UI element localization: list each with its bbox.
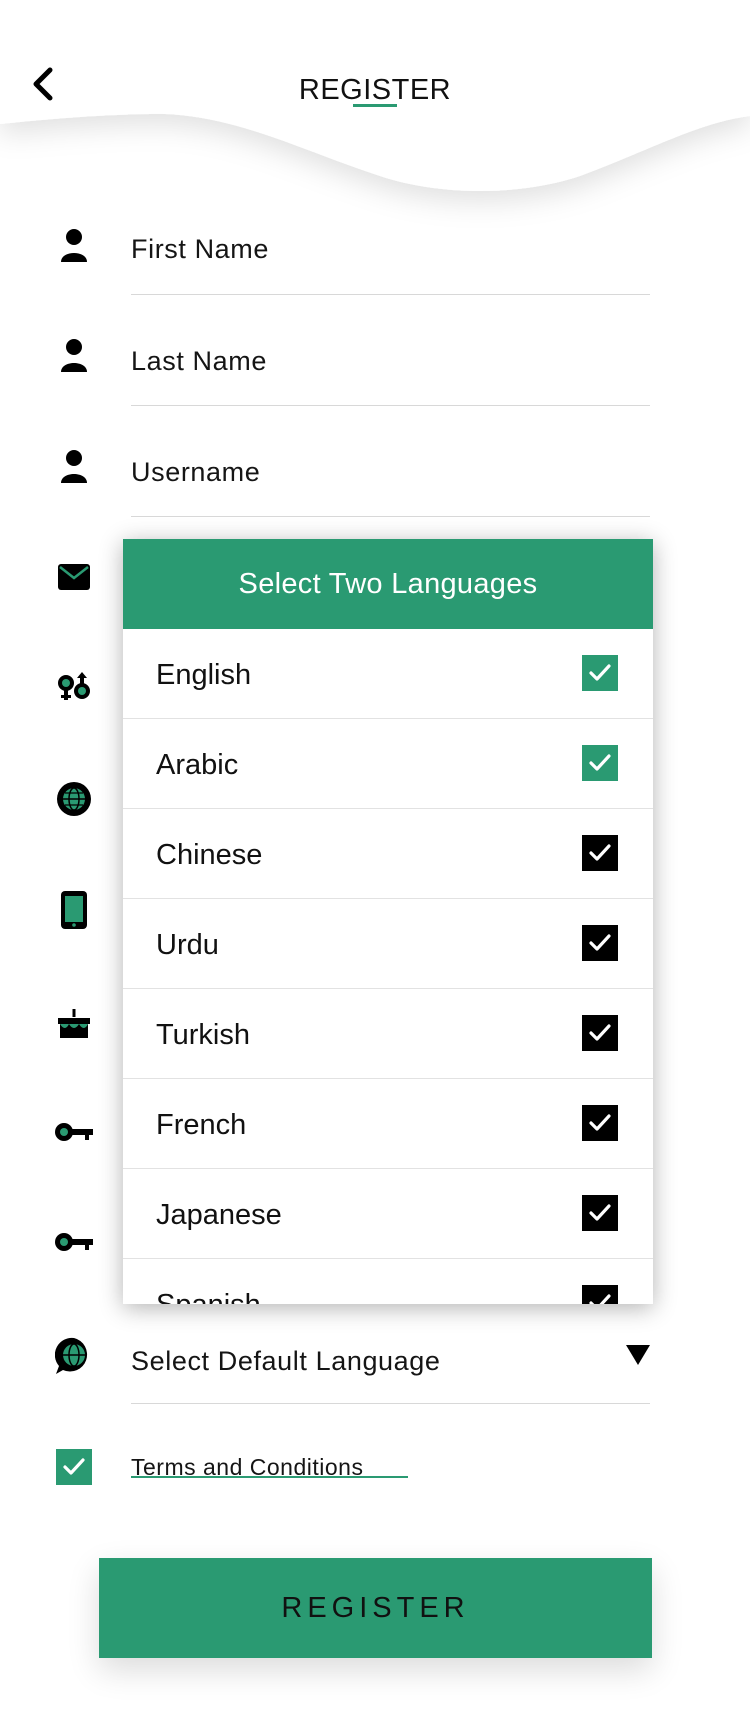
- language-name: Japanese: [156, 1199, 282, 1231]
- language-item-english[interactable]: English: [123, 629, 653, 719]
- divider: [131, 405, 650, 406]
- language-item-french[interactable]: French: [123, 1079, 653, 1169]
- key-icon: [52, 1110, 96, 1154]
- user-icon: [52, 224, 96, 268]
- terms-checkbox[interactable]: [56, 1449, 92, 1485]
- modal-title: Select Two Languages: [123, 539, 653, 629]
- language-name: Urdu: [156, 929, 219, 961]
- last-name-field[interactable]: Last Name: [0, 312, 750, 412]
- globe-icon: [52, 777, 96, 821]
- check-icon: [589, 754, 611, 771]
- register-button[interactable]: REGISTER: [99, 1558, 652, 1658]
- language-name: Turkish: [156, 1019, 250, 1051]
- language-name: Chinese: [156, 839, 263, 871]
- mail-icon: [52, 555, 96, 599]
- default-language-label: Select Default Language: [131, 1346, 441, 1376]
- check-icon: [589, 1294, 611, 1304]
- check-icon: [589, 934, 611, 951]
- first-name-label: First Name: [131, 234, 270, 264]
- language-checkbox[interactable]: [582, 925, 618, 961]
- language-checkbox[interactable]: [582, 1015, 618, 1051]
- language-list: English Arabic Chinese Urdu Turkish French Jap…: [123, 629, 653, 1304]
- language-item-spanish[interactable]: Spanish: [123, 1259, 653, 1304]
- language-select-modal: Select Two Languages English Arabic Chines…: [123, 539, 653, 1304]
- terms-underline: [131, 1476, 408, 1478]
- language-item-turkish[interactable]: Turkish: [123, 989, 653, 1079]
- check-icon: [589, 1204, 611, 1221]
- check-icon: [589, 1114, 611, 1131]
- language-item-japanese[interactable]: Japanese: [123, 1169, 653, 1259]
- default-language-dropdown[interactable]: Select Default Language: [0, 1326, 750, 1426]
- language-checkbox[interactable]: [582, 835, 618, 871]
- divider: [131, 1403, 650, 1404]
- key-icon: [52, 1220, 96, 1264]
- username-label: Username: [131, 457, 261, 487]
- language-name: Arabic: [156, 749, 239, 781]
- gender-icon: [52, 666, 96, 710]
- first-name-field[interactable]: First Name: [0, 200, 750, 300]
- language-name: Spanish: [156, 1289, 261, 1304]
- phone-icon: [52, 888, 96, 932]
- language-name: French: [156, 1109, 247, 1141]
- language-checkbox[interactable]: [582, 655, 618, 691]
- divider: [131, 294, 650, 295]
- check-icon: [63, 1458, 85, 1475]
- username-field[interactable]: Username: [0, 423, 750, 523]
- language-item-chinese[interactable]: Chinese: [123, 809, 653, 899]
- page-title: REGISTER: [298, 74, 452, 106]
- language-item-urdu[interactable]: Urdu: [123, 899, 653, 989]
- check-icon: [589, 664, 611, 681]
- dropdown-arrow-icon[interactable]: [626, 1345, 650, 1365]
- last-name-label: Last Name: [131, 346, 267, 376]
- check-icon: [589, 1024, 611, 1041]
- divider: [131, 516, 650, 517]
- user-icon: [52, 334, 96, 378]
- cake-icon: [52, 1002, 96, 1046]
- language-item-arabic[interactable]: Arabic: [123, 719, 653, 809]
- language-checkbox[interactable]: [582, 1285, 618, 1304]
- title-underline: [353, 104, 397, 107]
- chat-globe-icon: [52, 1334, 96, 1378]
- user-icon: [52, 445, 96, 489]
- language-checkbox[interactable]: [582, 1195, 618, 1231]
- language-name: English: [156, 659, 252, 691]
- language-checkbox[interactable]: [582, 1105, 618, 1141]
- language-checkbox[interactable]: [582, 745, 618, 781]
- check-icon: [589, 844, 611, 861]
